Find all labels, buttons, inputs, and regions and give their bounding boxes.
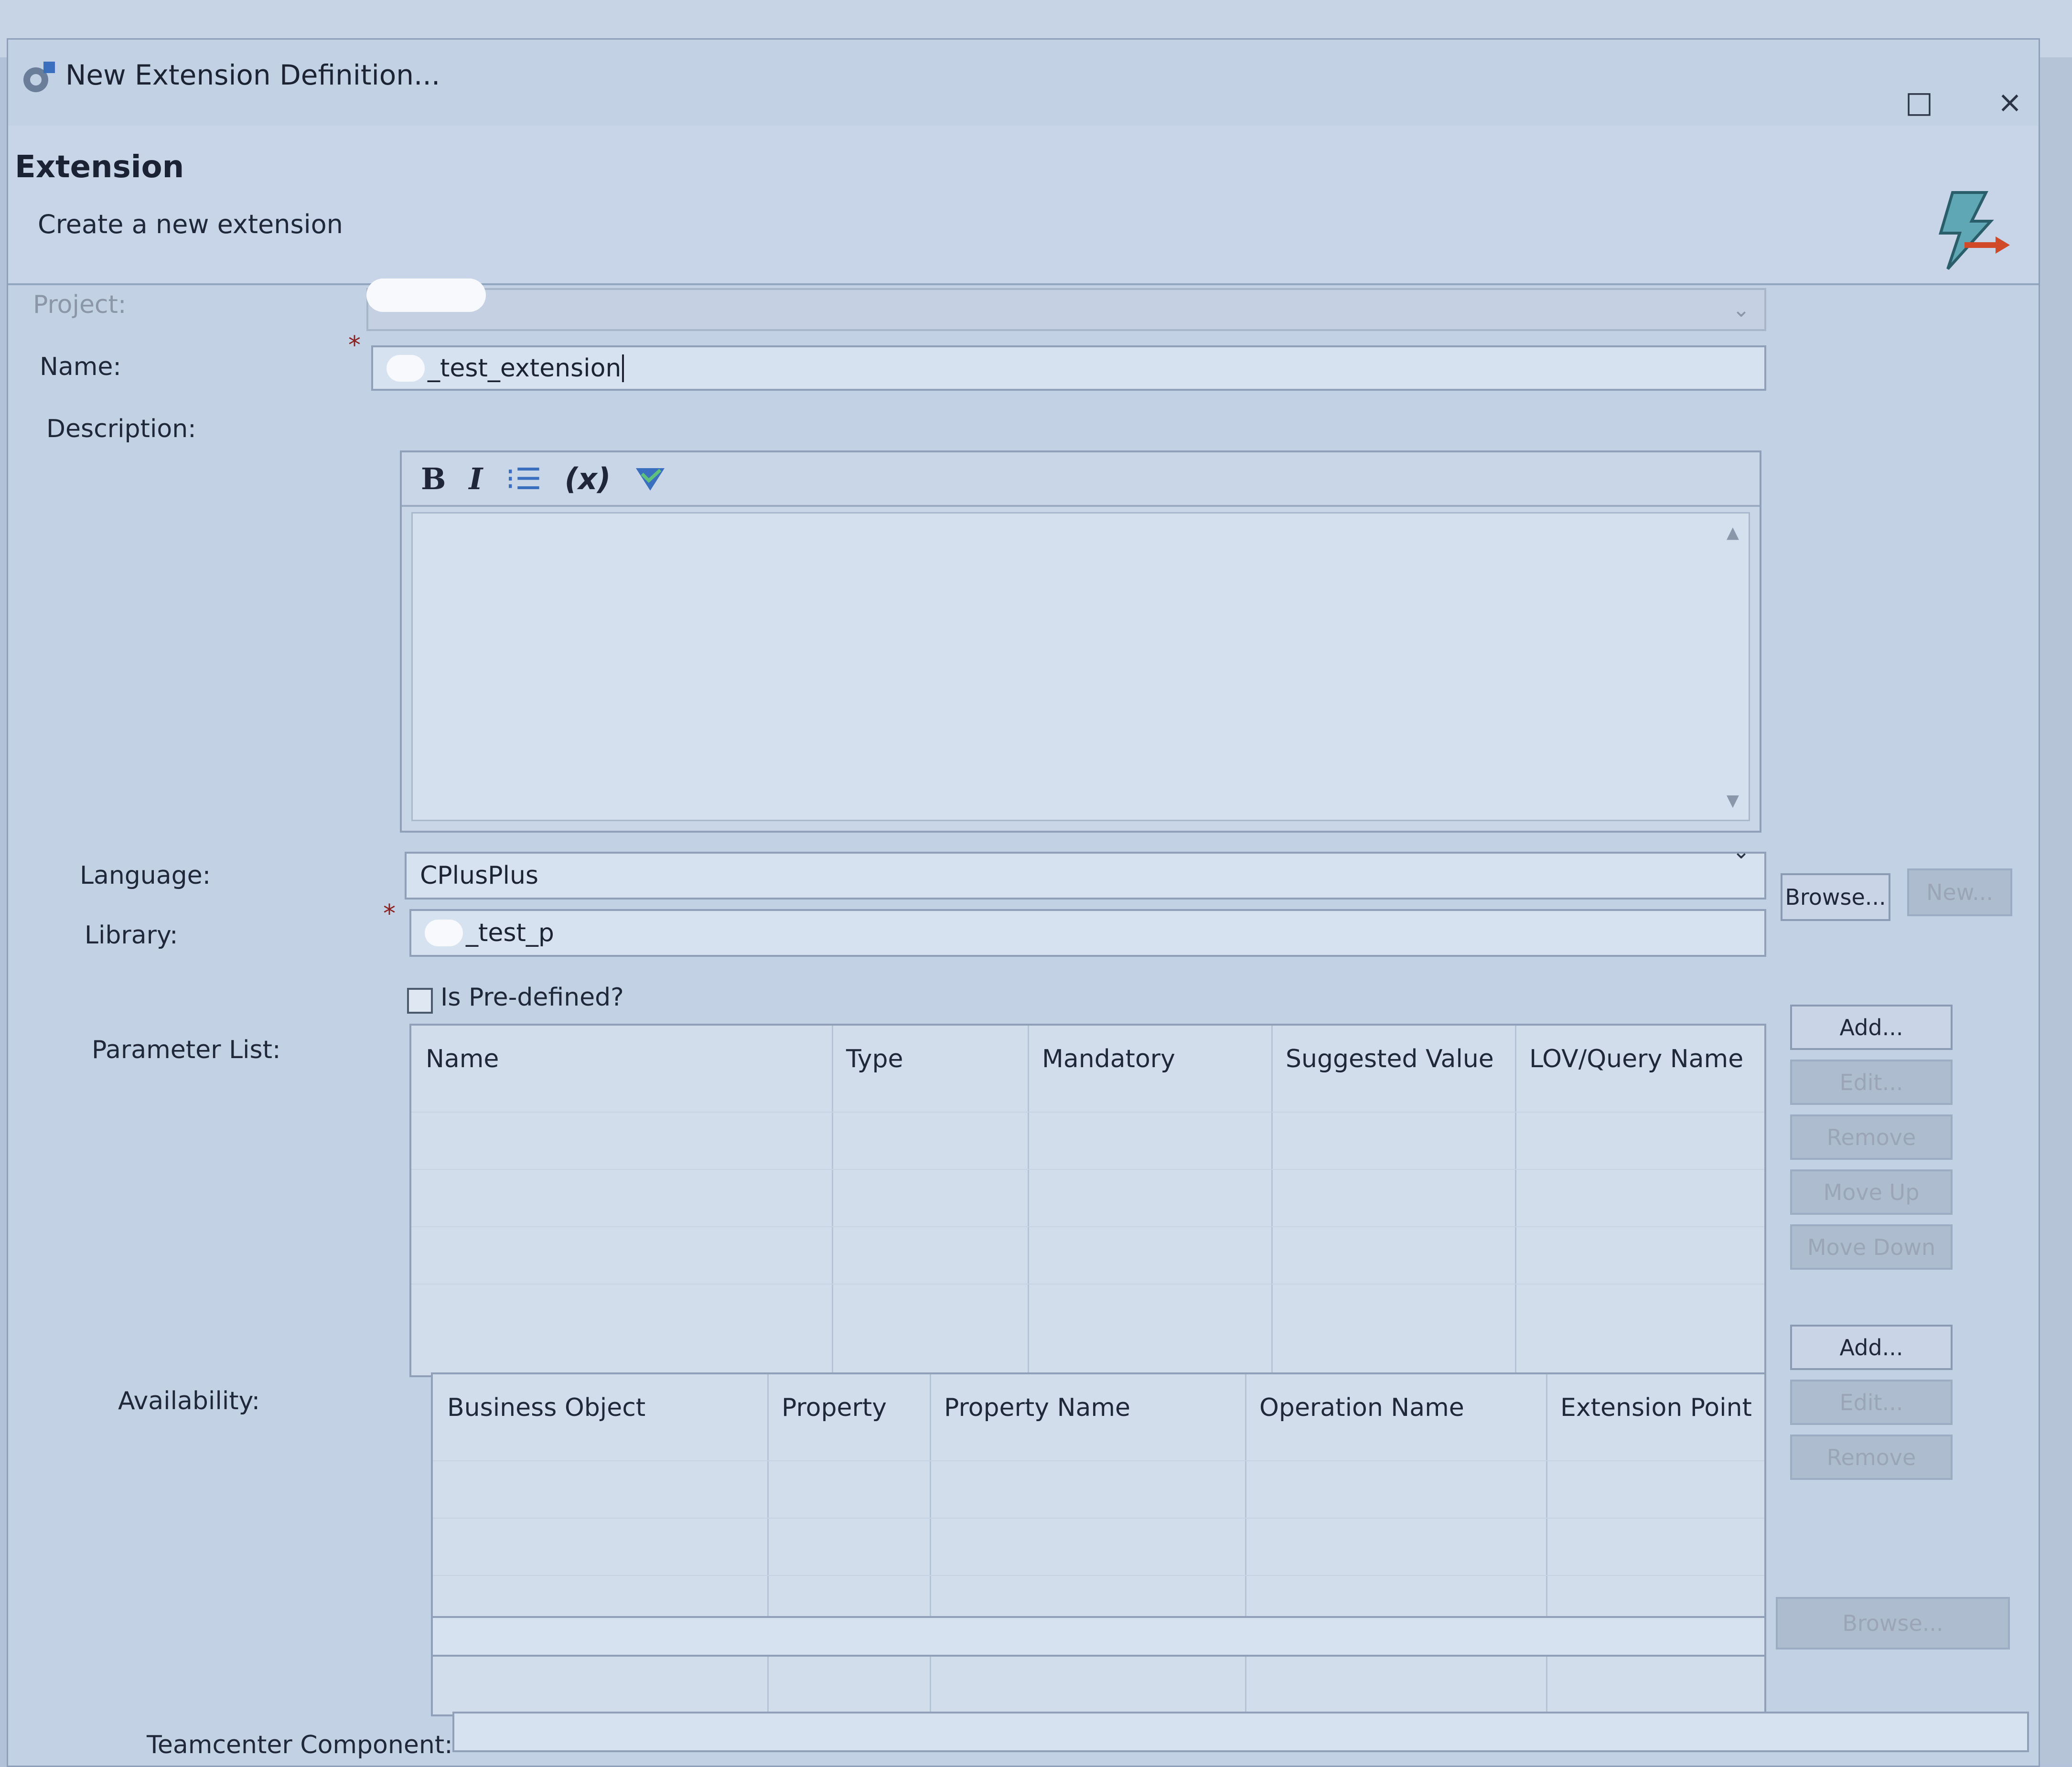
redacted-mark: [366, 278, 486, 312]
required-marker: *: [383, 900, 396, 928]
project-label: Project:: [33, 290, 127, 319]
column-divider: [1515, 1026, 1516, 1375]
italic-button[interactable]: I: [469, 461, 483, 496]
availability-edit-button[interactable]: Edit...: [1790, 1380, 1953, 1425]
library-value: _test_p: [466, 919, 554, 947]
column-header-mandatory[interactable]: Mandatory: [1042, 1045, 1175, 1073]
description-label: Description:: [46, 415, 196, 443]
column-header-operation-name[interactable]: Operation Name: [1259, 1393, 1464, 1422]
new-extension-dialog: New Extension Definition... □ × Extensio…: [7, 38, 2040, 1767]
availability-table[interactable]: Business Object Property Property Name O…: [431, 1372, 1766, 1716]
column-header-lov-query-name[interactable]: LOV/Query Name: [1529, 1045, 1743, 1073]
predefined-label: Is Pre-defined?: [440, 983, 624, 1012]
predefined-checkbox[interactable]: [407, 988, 433, 1014]
parameter-list-label: Parameter List:: [92, 1036, 281, 1064]
teamcenter-browse-button[interactable]: Browse...: [1776, 1597, 2010, 1649]
column-divider: [930, 1374, 931, 1714]
name-value: _test_extension: [428, 353, 622, 383]
chevron-down-icon: ⌄: [1732, 839, 1750, 864]
availability-remove-button[interactable]: Remove: [1790, 1435, 1953, 1480]
column-header-property[interactable]: Property: [782, 1393, 887, 1422]
spellcheck-icon[interactable]: [633, 464, 667, 493]
scroll-up-icon[interactable]: ▲: [1727, 523, 1739, 542]
name-input[interactable]: _test_extension: [371, 345, 1766, 391]
extension-lightning-icon: [1938, 191, 2010, 270]
language-value: CPlusPlus: [420, 861, 539, 890]
library-new-button[interactable]: New...: [1907, 868, 2012, 916]
row-divider: [411, 1169, 1764, 1170]
teamcenter-component-input[interactable]: [452, 1712, 2029, 1752]
description-textarea[interactable]: ▲ ▼: [411, 512, 1750, 821]
redacted-mark: [425, 920, 463, 946]
column-divider: [832, 1026, 833, 1375]
app-icon: [23, 62, 55, 92]
parameter-table[interactable]: Name Type Mandatory Suggested Value LOV/…: [409, 1024, 1766, 1377]
bold-button[interactable]: B: [421, 461, 446, 496]
column-header-business-object[interactable]: Business Object: [447, 1393, 645, 1422]
column-header-type[interactable]: Type: [846, 1045, 903, 1073]
library-browse-button[interactable]: Browse...: [1781, 873, 1890, 921]
availability-add-button[interactable]: Add...: [1790, 1325, 1953, 1370]
description-editor: B I ⁝☰ (x) ▲ ▼: [400, 450, 1761, 833]
language-select[interactable]: CPlusPlus ⌄: [405, 839, 1766, 900]
row-divider: [411, 1284, 1764, 1285]
column-divider: [1271, 1026, 1273, 1375]
project-select[interactable]: ⌄: [366, 288, 1766, 331]
parameter-edit-button[interactable]: Edit...: [1790, 1060, 1953, 1105]
row-divider: [411, 1226, 1764, 1227]
redacted-mark: [386, 354, 425, 382]
background-right-edge: [2039, 57, 2072, 1764]
row-divider: [433, 1575, 1764, 1576]
row-divider: [433, 1518, 1764, 1519]
column-header-property-name[interactable]: Property Name: [944, 1393, 1130, 1422]
row-divider: [433, 1460, 1764, 1461]
column-divider: [1245, 1374, 1246, 1714]
column-header-name[interactable]: Name: [426, 1045, 499, 1073]
text-caret: [622, 354, 624, 382]
page-title: Extension: [15, 150, 184, 185]
title-bar: New Extension Definition... □ ×: [8, 40, 2039, 126]
parameter-add-button[interactable]: Add...: [1790, 1005, 1953, 1050]
column-header-suggested-value[interactable]: Suggested Value: [1286, 1045, 1494, 1073]
required-marker: *: [348, 331, 361, 360]
page-description: Create a new extension: [38, 209, 343, 239]
availability-label: Availability:: [118, 1387, 260, 1415]
parameter-move-down-button[interactable]: Move Down: [1790, 1224, 1953, 1270]
column-header-extension-point[interactable]: Extension Point: [1560, 1393, 1752, 1422]
close-button[interactable]: ×: [1991, 83, 2029, 121]
maximize-button[interactable]: □: [1900, 83, 1938, 121]
wizard-header: Extension Create a new extension: [8, 126, 2039, 285]
teamcenter-component-label: Teamcenter Component:: [147, 1731, 453, 1759]
name-label: Name:: [40, 353, 121, 381]
editor-toolbar: B I ⁝☰ (x): [402, 452, 1760, 507]
variable-button[interactable]: (x): [565, 461, 611, 496]
teamcenter-component-field-upper[interactable]: [431, 1616, 1766, 1657]
library-input[interactable]: _test_p: [409, 909, 1766, 957]
chevron-down-icon: ⌄: [1732, 297, 1750, 322]
scroll-down-icon[interactable]: ▼: [1727, 791, 1739, 810]
parameter-remove-button[interactable]: Remove: [1790, 1114, 1953, 1160]
parameter-move-up-button[interactable]: Move Up: [1790, 1169, 1953, 1215]
window-title: New Extension Definition...: [65, 59, 440, 91]
column-divider: [1028, 1026, 1029, 1375]
list-icon[interactable]: ⁝☰: [505, 461, 541, 496]
library-label: Library:: [85, 921, 178, 950]
column-divider: [1546, 1374, 1547, 1714]
language-label: Language:: [80, 861, 211, 890]
row-divider: [411, 1112, 1764, 1113]
column-divider: [767, 1374, 769, 1714]
